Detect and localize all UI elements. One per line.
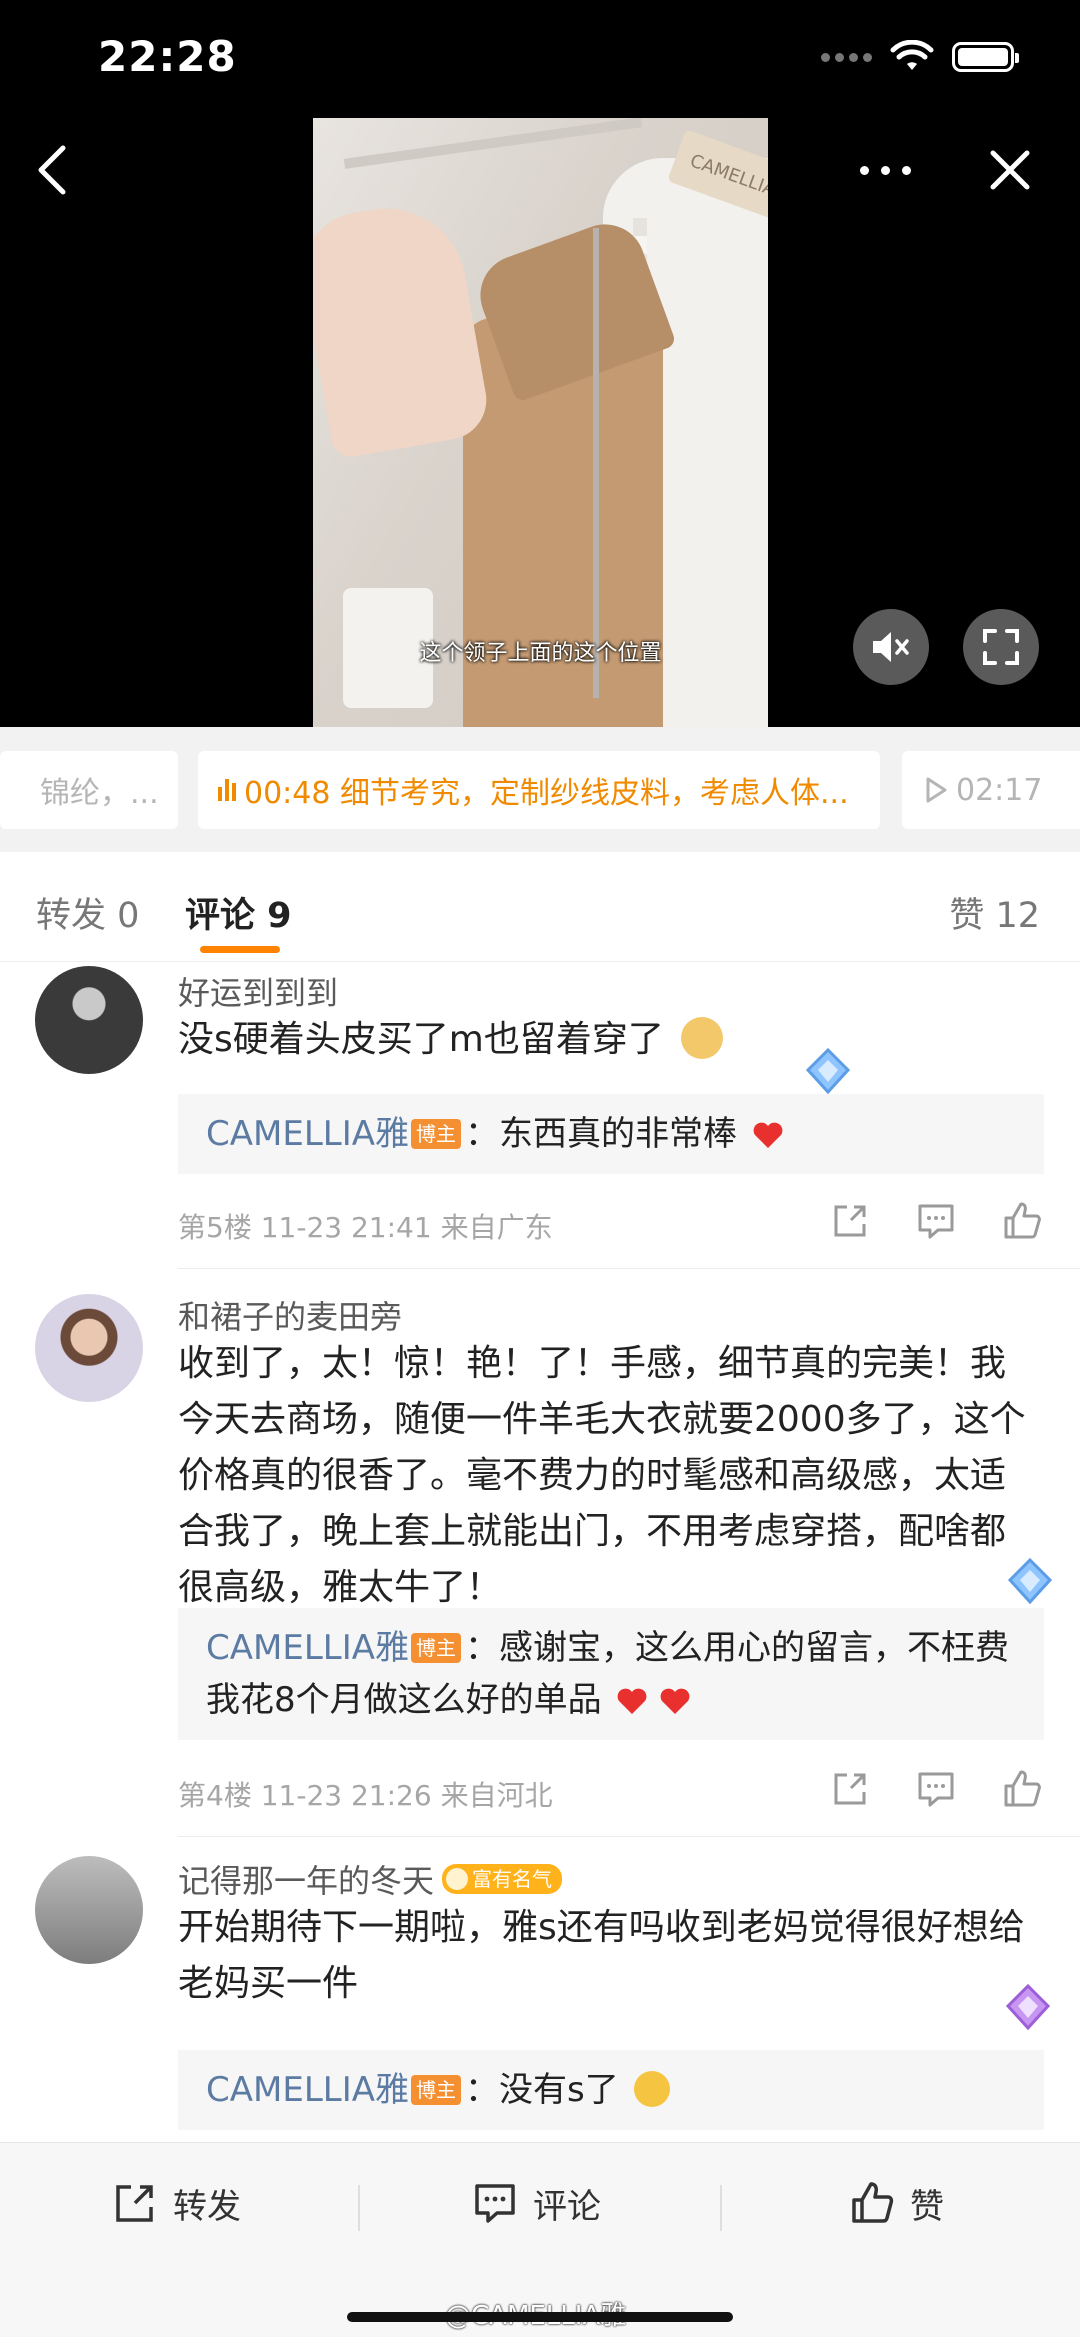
heart-icon [660, 1688, 690, 1714]
divider [720, 2185, 722, 2231]
reply-box[interactable]: CAMELLIA雅 博主 ：东西真的非常棒 [178, 1094, 1044, 1174]
like-label: 赞 [910, 2186, 944, 2227]
mute-button[interactable] [853, 609, 929, 685]
comment-button[interactable]: 评论 [473, 2173, 601, 2233]
chapter-next[interactable]: 02:17 [902, 751, 1080, 829]
chapter-active[interactable]: 00:48 细节考究，定制纱线皮料，考虑人体... [198, 751, 880, 829]
chapter-prev-label: 锦纶，... [40, 776, 159, 811]
comment-username[interactable]: 记得那一年的冬天 富有名气 [178, 1856, 563, 1902]
like-button[interactable] [999, 1198, 1045, 1244]
chapter-active-label: 00:48 细节考究，定制纱线皮料，考虑人体... [244, 776, 849, 811]
vip-gem-icon [1007, 1557, 1053, 1605]
fame-icon [446, 1868, 469, 1890]
crying-emoji-icon [633, 2071, 670, 2107]
like-icon [852, 2182, 894, 2223]
vip-gem-icon [1005, 1983, 1051, 2031]
back-icon [38, 145, 66, 195]
comment-list[interactable]: 好运到到到 没s硬着头皮买了m也留着穿了 CAMELLIA雅 博主 ：东西真的非常棒… [0, 962, 1080, 2142]
tab-like[interactable]: 赞 12 [949, 887, 1040, 938]
wifi-icon [890, 40, 934, 70]
share-button[interactable] [827, 1198, 873, 1244]
comment-label: 评论 [533, 2186, 601, 2227]
tab-active-indicator [200, 946, 280, 953]
comment-actions [827, 1198, 1045, 1244]
reply-box[interactable]: CAMELLIA雅 博主 ：感谢宝，这么用心的留言，不枉费我花8个月做这么好的单品 [178, 1608, 1044, 1740]
comment-username[interactable]: 和裙子的麦田旁 [178, 1292, 402, 1338]
close-button[interactable] [980, 140, 1040, 200]
share-icon [834, 1773, 866, 1805]
comment-text: 没s硬着头皮买了m也留着穿了 [178, 1012, 1038, 1068]
like-button[interactable]: 赞 [850, 2173, 944, 2233]
reply-button[interactable] [913, 1198, 959, 1244]
more-icon [859, 165, 869, 175]
repost-button[interactable]: 转发 [113, 2173, 241, 2233]
avatar[interactable] [35, 966, 143, 1074]
reply-username[interactable]: CAMELLIA雅 [206, 1114, 409, 1154]
close-icon [990, 150, 1030, 190]
comment-actions [827, 1766, 1045, 1812]
reply-text: ：没有s了 [465, 2070, 619, 2110]
repost-label: 转发 [173, 2186, 241, 2227]
comment-icon [918, 1204, 954, 1239]
divider [178, 1836, 1080, 1837]
reply-button[interactable] [913, 1766, 959, 1812]
share-icon [834, 1205, 866, 1237]
chapter-next-label: 02:17 [956, 772, 1043, 808]
video-player[interactable]: 22:28 CAMELLIA 这个领子上面的这个位置 [0, 0, 1080, 727]
comment-icon [475, 2184, 515, 2223]
comment-meta: 第5楼 11-23 21:41 来自广东 [178, 1211, 553, 1244]
bottom-action-bar: 转发 评论 赞 @CAMELLIA雅 [0, 2142, 1080, 2337]
heart-icon [618, 1688, 647, 1714]
reply-box[interactable]: CAMELLIA雅 博主 ：没有s了 [178, 2050, 1044, 2130]
play-icon [926, 777, 947, 803]
tab-bar: 转发 0 评论 9 赞 12 [0, 852, 1080, 962]
like-button[interactable] [999, 1766, 1045, 1812]
tab-repost[interactable]: 转发 0 [36, 887, 139, 938]
like-icon [1004, 1202, 1041, 1239]
reply-username[interactable]: CAMELLIA雅 [206, 1628, 409, 1668]
playing-bars-icon [218, 779, 236, 801]
share-button[interactable] [827, 1766, 873, 1812]
home-indicator[interactable] [347, 2312, 733, 2322]
back-button[interactable] [22, 140, 82, 200]
author-badge: 博主 [411, 1633, 461, 1663]
heart-icon [753, 1122, 783, 1148]
emoji-icon [681, 1017, 724, 1059]
status-icons [821, 40, 1019, 74]
battery-icon [952, 42, 1019, 72]
mute-icon [873, 632, 909, 662]
vip-gem-icon [805, 1047, 851, 1095]
tab-comment[interactable]: 评论 9 [185, 887, 292, 938]
avatar[interactable] [35, 1294, 143, 1402]
divider [178, 1268, 1080, 1269]
more-button[interactable] [850, 145, 920, 195]
status-time: 22:28 [98, 32, 237, 81]
author-badge: 博主 [411, 2075, 461, 2105]
like-icon [1004, 1770, 1041, 1807]
fullscreen-icon [983, 629, 1019, 665]
avatar[interactable] [35, 1856, 143, 1964]
author-badge: 博主 [411, 1119, 461, 1149]
comment-meta: 第4楼 11-23 21:26 来自河北 [178, 1779, 553, 1812]
divider [358, 2185, 360, 2231]
repost-icon [116, 2185, 153, 2222]
chapter-prev[interactable]: 锦纶，... [0, 751, 178, 829]
comment-text: 收到了，太！惊！艳！了！手感，细节真的完美！我今天去商场，随便一件羊毛大衣就要2… [178, 1343, 1026, 1608]
chapter-strip[interactable]: 锦纶，... 00:48 细节考究，定制纱线皮料，考虑人体... 02:17 [0, 727, 1080, 852]
fullscreen-button[interactable] [963, 609, 1039, 685]
signal-icon [821, 52, 872, 62]
comment-text: 开始期待下一期啦，雅s还有吗收到老妈觉得很好想给老妈买一件 [178, 1907, 1025, 2004]
reply-username[interactable]: CAMELLIA雅 [206, 2070, 409, 2110]
fame-badge: 富有名气 [442, 1864, 563, 1894]
comment-username[interactable]: 好运到到到 [178, 968, 338, 1014]
video-subtitle: 这个领子上面的这个位置 [419, 641, 662, 666]
reply-text: ：东西真的非常棒 [465, 1114, 737, 1154]
comment-icon [918, 1772, 954, 1807]
